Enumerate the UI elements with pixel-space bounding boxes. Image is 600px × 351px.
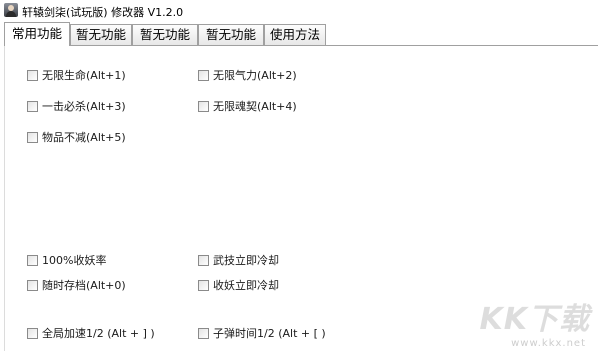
- save-anytime-checkbox[interactable]: [27, 279, 38, 291]
- option-infinite-soul[interactable]: 无限魂契(Alt+4): [198, 99, 297, 113]
- tab-bar: 常用功能 暂无功能 暂无功能 暂无功能 使用方法: [4, 22, 598, 46]
- one-hit-kill-checkbox[interactable]: [27, 100, 38, 112]
- items-no-decrease-checkbox[interactable]: [27, 131, 38, 143]
- option-infinite-qi[interactable]: 无限气力(Alt+2): [198, 68, 297, 82]
- option-bullet-time[interactable]: 子弹时间1/2 (Alt + [ ): [198, 326, 326, 340]
- watermark-logo: KK下载: [479, 302, 590, 337]
- global-speed-checkbox[interactable]: [27, 327, 38, 339]
- infinite-health-checkbox[interactable]: [27, 69, 38, 81]
- watermark: KK下载 www.kkx.net: [474, 302, 594, 350]
- infinite-qi-label: 无限气力(Alt+2): [213, 69, 297, 82]
- option-skill-instant-cooldown[interactable]: 武技立即冷却: [198, 253, 279, 267]
- infinite-soul-checkbox[interactable]: [198, 100, 209, 112]
- bullet-time-label: 子弹时间1/2 (Alt + [ ): [213, 327, 326, 340]
- capture-instant-cooldown-label: 收妖立即冷却: [213, 279, 279, 292]
- tab-none-3[interactable]: 暂无功能: [198, 24, 264, 46]
- items-no-decrease-label: 物品不减(Alt+5): [42, 131, 126, 144]
- skill-instant-cooldown-checkbox[interactable]: [198, 254, 209, 266]
- save-anytime-label: 随时存档(Alt+0): [42, 279, 126, 292]
- option-global-speed[interactable]: 全局加速1/2 (Alt + ] ): [27, 326, 155, 340]
- option-infinite-health[interactable]: 无限生命(Alt+1): [27, 68, 126, 82]
- capture-instant-cooldown-checkbox[interactable]: [198, 279, 209, 291]
- tab-common-functions[interactable]: 常用功能: [4, 22, 70, 46]
- infinite-health-label: 无限生命(Alt+1): [42, 69, 126, 82]
- global-speed-label: 全局加速1/2 (Alt + ] ): [42, 327, 155, 340]
- option-capture-instant-cooldown[interactable]: 收妖立即冷却: [198, 278, 279, 292]
- skill-instant-cooldown-label: 武技立即冷却: [213, 254, 279, 267]
- infinite-soul-label: 无限魂契(Alt+4): [213, 100, 297, 113]
- one-hit-kill-label: 一击必杀(Alt+3): [42, 100, 126, 113]
- window-title: 轩辕剑柒(试玩版) 修改器 V1.2.0: [22, 6, 184, 19]
- app-icon: [4, 3, 18, 17]
- infinite-qi-checkbox[interactable]: [198, 69, 209, 81]
- option-items-no-decrease[interactable]: 物品不减(Alt+5): [27, 130, 126, 144]
- option-capture-rate[interactable]: 100%收妖率: [27, 253, 106, 267]
- option-one-hit-kill[interactable]: 一击必杀(Alt+3): [27, 99, 126, 113]
- tab-usage[interactable]: 使用方法: [264, 24, 326, 46]
- tab-none-2[interactable]: 暂无功能: [132, 24, 198, 46]
- tab-none-1[interactable]: 暂无功能: [70, 24, 132, 46]
- capture-rate-label: 100%收妖率: [42, 254, 107, 267]
- bullet-time-checkbox[interactable]: [198, 327, 209, 339]
- title-bar: 轩辕剑柒(试玩版) 修改器 V1.2.0: [0, 0, 600, 22]
- capture-rate-checkbox[interactable]: [27, 254, 38, 266]
- option-save-anytime[interactable]: 随时存档(Alt+0): [27, 278, 126, 292]
- watermark-url: www.kkx.net: [511, 338, 586, 349]
